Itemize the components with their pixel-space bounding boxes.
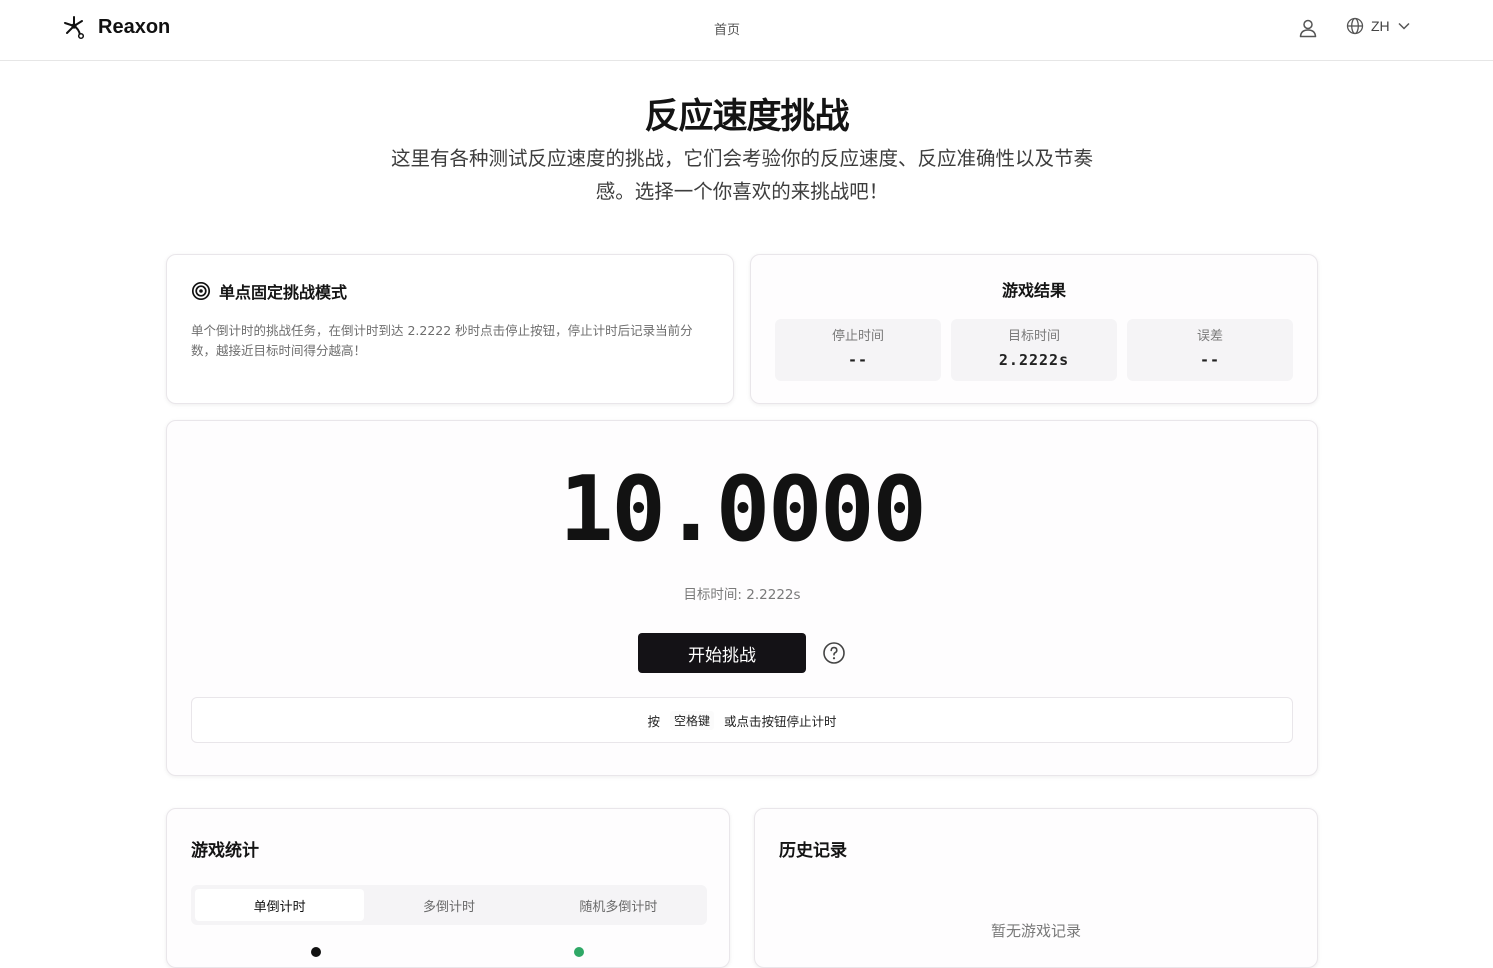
keyboard-hint: 按 空格键 或点击按钮停止计时	[191, 697, 1293, 743]
result-label: 目标时间	[1007, 329, 1060, 344]
neuron-logo-icon	[64, 16, 85, 40]
brand-name: Reaxon	[98, 15, 171, 38]
result-label: 误差	[1196, 329, 1223, 344]
mode-header: 单点固定挑战模式	[191, 279, 347, 303]
tab-multi-countdown[interactable]: 多倒计时	[364, 889, 533, 921]
result-label: 停止时间	[831, 329, 884, 344]
language-code: ZH	[1371, 18, 1390, 34]
stats-tabs: 单倒计时 多倒计时 随机多倒计时	[191, 885, 707, 925]
result-title: 游戏结果	[1001, 281, 1066, 300]
stats-card: 游戏统计 单倒计时 多倒计时 随机多倒计时	[166, 808, 730, 968]
space-key-badge: 空格键	[669, 710, 714, 730]
timer-card: 10.0000 目标时间: 2.2222s 开始挑战 按 空格键 或点击按钮停止…	[166, 420, 1318, 776]
nav-home-link[interactable]: 首页	[714, 19, 740, 38]
tab-random-multi-countdown[interactable]: 随机多倒计时	[534, 889, 703, 921]
result-card: 游戏结果 停止时间 -- 目标时间 2.2222s 误差 --	[750, 254, 1318, 404]
result-value: --	[1199, 351, 1221, 369]
mode-title: 单点固定挑战模式	[219, 283, 348, 302]
result-stop-time: 停止时间 --	[775, 319, 941, 381]
target-icon	[191, 281, 211, 301]
chart-series-marker	[311, 947, 321, 957]
start-challenge-button[interactable]: 开始挑战	[638, 633, 806, 673]
mode-card: 单点固定挑战模式 单个倒计时的挑战任务，在倒计时到达 2.2222 秒时点击停止…	[166, 254, 734, 404]
result-target-time: 目标时间 2.2222s	[951, 319, 1117, 381]
brand-logo-link[interactable]: Reaxon	[62, 14, 170, 40]
chart-series-marker	[574, 947, 584, 957]
hint-prefix: 按	[647, 713, 660, 729]
stats-title: 游戏统计	[191, 841, 259, 861]
mode-description: 单个倒计时的挑战任务，在倒计时到达 2.2222 秒时点击停止按钮，停止计时后记…	[191, 323, 693, 358]
history-empty-text: 暂无游戏记录	[990, 922, 1081, 940]
countdown-display: 10.0000	[559, 457, 926, 562]
hint-suffix: 或点击按钮停止计时	[724, 713, 837, 729]
result-value: --	[847, 351, 869, 369]
target-time-text: 目标时间: 2.2222s	[683, 587, 801, 603]
question-circle-icon[interactable]	[822, 641, 846, 665]
result-value: 2.2222s	[998, 351, 1070, 369]
page-title: 反应速度挑战	[644, 97, 849, 137]
history-card: 历史记录 暂无游戏记录	[754, 808, 1318, 968]
top-navbar: Reaxon 首页 ZH	[0, 0, 1493, 61]
language-selector[interactable]: ZH	[1346, 17, 1411, 35]
globe-icon	[1346, 17, 1364, 35]
chevron-down-icon	[1398, 22, 1410, 30]
result-error: 误差 --	[1127, 319, 1293, 381]
history-title: 历史记录	[779, 841, 847, 861]
page-description: 这里有各种测试反应速度的挑战，它们会考验你的反应速度、反应准确性以及节奏感。选择…	[390, 147, 1093, 203]
tab-single-countdown[interactable]: 单倒计时	[195, 889, 365, 921]
result-grid: 停止时间 -- 目标时间 2.2222s 误差 --	[775, 319, 1293, 381]
user-icon[interactable]	[1297, 17, 1319, 39]
